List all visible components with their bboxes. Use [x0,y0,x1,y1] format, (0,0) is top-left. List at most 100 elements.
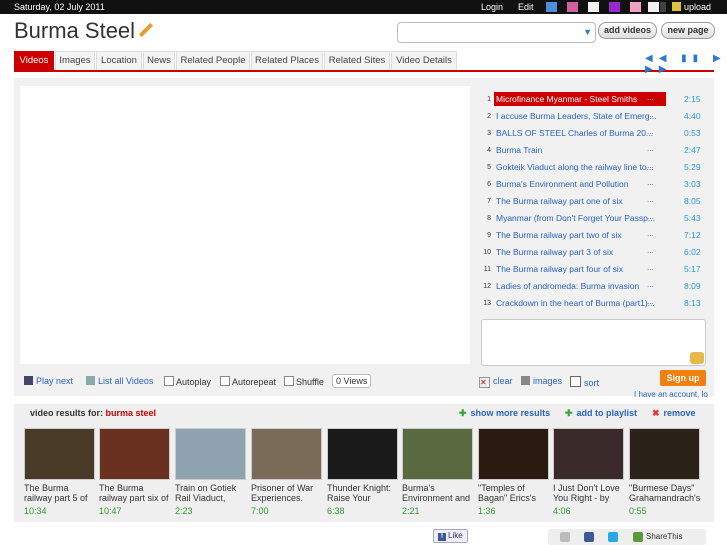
clear-button[interactable]: ✕ clear [479,376,513,388]
playlist-title[interactable]: Gokteik Viaduct along the railway line t… [494,160,666,174]
tab-video-details[interactable]: Video Details [391,51,457,71]
checkbox-icon[interactable] [220,376,230,386]
playlist-item[interactable]: 5 Gokteik Viaduct along the railway line … [481,160,705,176]
playlist-item[interactable]: 1 Microfinance Myanmar - Steel Smiths... 2… [481,92,705,108]
facebook-like-button[interactable]: f Like [433,529,468,543]
login-link[interactable]: Login [481,2,503,12]
playlist-nav-icons[interactable]: ◀◀ ▮▮ ▶ ▶▶ [645,53,727,75]
email-icon[interactable] [560,532,570,542]
upload-link[interactable]: upload [672,2,711,12]
checkbox-icon[interactable] [164,376,174,386]
show-more-button[interactable]: ✚ show more results [459,408,550,419]
playlist-item[interactable]: 12 Ladies of andromeda: Burma invasion...… [481,279,705,295]
images-button[interactable]: images [521,376,562,386]
playlist-item[interactable]: 7 The Burma railway part one of six... 8:0… [481,194,705,210]
playlist-title[interactable]: The Burma railway part four of six [494,262,666,276]
checkbox-icon[interactable] [284,376,294,386]
chevron-down-icon[interactable]: ▼ [583,27,592,37]
description-box[interactable] [481,319,706,366]
more-icon[interactable]: ... [647,280,654,289]
result-card[interactable]: The Burma railway part 5 of 10:34 [24,428,95,516]
more-icon[interactable]: ... [647,144,654,153]
edit-link[interactable]: Edit [518,2,534,12]
playlist-item[interactable]: 4 Burma Train... 2:47 [481,143,705,159]
playlist-title[interactable]: I accuse Burma Leaders, State of Emerg..… [494,109,666,123]
result-title[interactable]: I Just Don't Love You Right - by [553,483,624,503]
result-title[interactable]: Prisoner of War Experiences. [251,483,322,503]
tab-location[interactable]: Location [96,51,142,71]
theme-swatch[interactable] [660,2,666,12]
video-thumbnail[interactable] [629,428,700,480]
playlist-title[interactable]: Microfinance Myanmar - Steel Smiths [494,92,666,106]
result-title[interactable]: The Burma railway part 5 of [24,483,95,503]
more-icon[interactable]: ... [647,178,654,187]
more-icon[interactable]: ... [647,229,654,238]
facebook-icon[interactable] [584,532,594,542]
tab-news[interactable]: News [143,51,175,71]
more-icon[interactable]: ... [647,161,654,170]
email-icon[interactable] [690,352,704,364]
video-thumbnail[interactable] [553,428,624,480]
result-title[interactable]: Burma's Environment and [402,483,473,503]
video-thumbnail[interactable] [251,428,322,480]
playlist-title[interactable]: The Burma railway part two of six [494,228,666,242]
playlist-title[interactable]: Burma Train [494,143,666,157]
playlist-item[interactable]: 11 The Burma railway part four of six... 5… [481,262,705,278]
result-card[interactable]: Prisoner of War Experiences. 7:00 [251,428,322,516]
result-card[interactable]: Thunder Knight: Raise Your 6:38 [327,428,398,516]
result-title[interactable]: Thunder Knight: Raise Your [327,483,398,503]
result-title[interactable]: "Temples of Bagan" Erics's [478,483,549,503]
playlist-item[interactable]: 2I accuse Burma Leaders, State of Emerg.… [481,109,705,125]
playlist-item[interactable]: 8 Myanmar (from Don't Forget Your Passp..… [481,211,705,227]
more-icon[interactable]: ... [647,195,654,204]
result-card[interactable]: The Burma railway part six of 10:47 [99,428,170,516]
video-player[interactable] [20,86,470,364]
search-input[interactable]: ▼ [397,22,596,43]
playlist-title[interactable]: The Burma railway part 3 of six [494,245,666,259]
login-account-link[interactable]: I have an account, lo [634,390,708,399]
more-icon[interactable]: ... [647,93,654,102]
remove-button[interactable]: ✖ remove [652,408,696,419]
signup-button[interactable]: Sign up [660,370,706,386]
list-all-button[interactable]: List all Videos [86,376,153,386]
result-card[interactable]: "Burmese Days" Grahamandrach's 0:55 [629,428,700,516]
theme-swatch[interactable] [648,2,659,12]
add-to-playlist-button[interactable]: ✚ add to playlist [565,408,637,419]
result-card[interactable]: I Just Don't Love You Right - by 4:06 [553,428,624,516]
playlist-item[interactable]: 3 BALLS OF STEEL Charles of Burma 20.....… [481,126,705,142]
theme-swatch[interactable] [588,2,599,12]
playlist-title[interactable]: Burma's Environment and Pollution [494,177,666,191]
tab-images[interactable]: Images [55,51,95,71]
playlist-title[interactable]: Myanmar (from Don't Forget Your Passp... [494,211,666,225]
sharethis-label[interactable]: ShareThis [646,532,682,541]
result-card[interactable]: "Temples of Bagan" Erics's 1:36 [478,428,549,516]
more-icon[interactable]: ... [647,246,654,255]
video-thumbnail[interactable] [327,428,398,480]
play-next-button[interactable]: Play next [24,376,73,386]
theme-swatch[interactable] [630,2,641,12]
playlist-item[interactable]: 13 Crackdown in the heart of Burma (part1… [481,296,705,312]
new-page-button[interactable]: new page [661,22,715,39]
shuffle-checkbox[interactable]: Shuffle [284,376,324,387]
theme-swatch[interactable] [567,2,578,12]
autoplay-checkbox[interactable]: Autoplay [164,376,211,387]
result-card[interactable]: Burma's Environment and 2:21 [402,428,473,516]
video-thumbnail[interactable] [24,428,95,480]
tab-related-people[interactable]: Related People [176,51,250,71]
playlist-title[interactable]: The Burma railway part one of six [494,194,666,208]
video-thumbnail[interactable] [478,428,549,480]
theme-swatch[interactable] [546,2,557,12]
add-videos-button[interactable]: add videos [598,22,657,39]
more-icon[interactable]: ... [647,127,654,136]
tab-related-places[interactable]: Related Places [251,51,323,71]
video-thumbnail[interactable] [99,428,170,480]
autorepeat-checkbox[interactable]: Autorepeat [220,376,276,387]
playlist-title[interactable]: Ladies of andromeda: Burma invasion [494,279,666,293]
playlist-item[interactable]: 6 Burma's Environment and Pollution... 3:0… [481,177,705,193]
more-icon[interactable]: ... [647,297,654,306]
theme-swatch[interactable] [609,2,620,12]
sort-button[interactable]: sort [570,376,599,388]
twitter-icon[interactable] [608,532,618,542]
result-title[interactable]: The Burma railway part six of [99,483,170,503]
playlist-title[interactable]: Crackdown in the heart of Burma (part1).… [494,296,666,310]
